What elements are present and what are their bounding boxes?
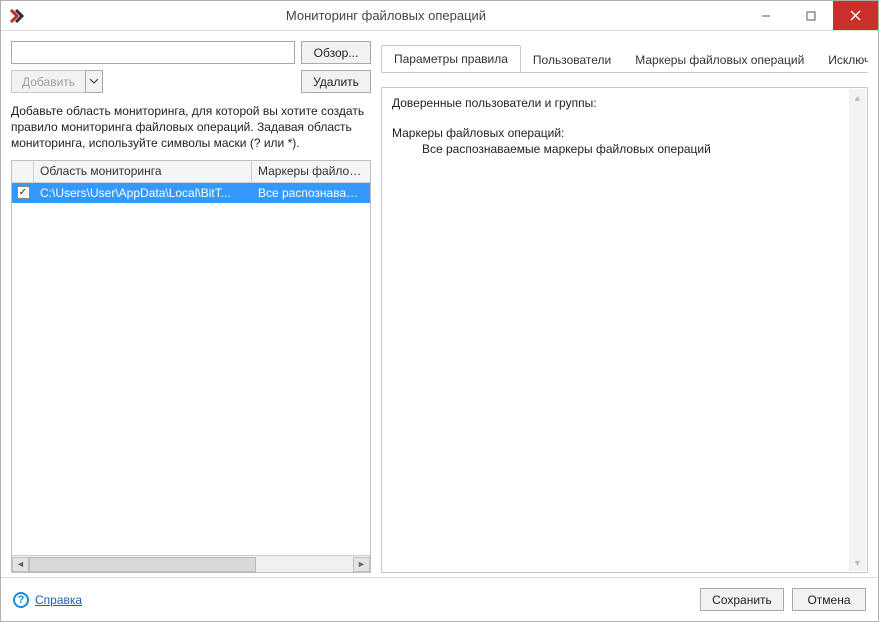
help-section: ? Справка bbox=[13, 592, 82, 608]
scroll-right-icon[interactable]: ► bbox=[353, 557, 370, 572]
row-markers: Все распознаваемые мар bbox=[252, 186, 370, 200]
close-button[interactable] bbox=[833, 1, 878, 30]
markers-value: Все распознаваемые маркеры файловых опер… bbox=[392, 142, 857, 156]
row-area: C:\Users\User\AppData\Local\BitT... bbox=[34, 186, 252, 200]
tab-users[interactable]: Пользователи bbox=[521, 47, 623, 73]
browse-button[interactable]: Обзор... bbox=[301, 41, 371, 64]
vertical-scrollbar[interactable]: ▲ ▼ bbox=[849, 89, 866, 571]
detail-panel: Доверенные пользователи и группы: Маркер… bbox=[381, 87, 868, 573]
scroll-down-icon[interactable]: ▼ bbox=[849, 554, 866, 571]
scroll-thumb[interactable] bbox=[29, 557, 256, 572]
save-button[interactable]: Сохранить bbox=[700, 588, 784, 611]
tab-bar: Параметры правила Пользователи Маркеры ф… bbox=[381, 41, 868, 73]
scroll-up-icon[interactable]: ▲ bbox=[849, 89, 866, 106]
chevron-down-icon bbox=[90, 79, 98, 84]
column-markers[interactable]: Маркеры файловых опе bbox=[252, 161, 370, 182]
tab-rule-params[interactable]: Параметры правила bbox=[381, 45, 521, 73]
path-input[interactable] bbox=[11, 41, 295, 64]
column-area[interactable]: Область мониторинга bbox=[34, 161, 252, 182]
markers-label: Маркеры файловых операций: bbox=[392, 126, 857, 140]
left-panel: Обзор... Добавить Удалить Добавьте облас… bbox=[11, 41, 371, 573]
window-controls bbox=[743, 1, 878, 30]
cancel-button[interactable]: Отмена bbox=[792, 588, 866, 611]
add-split-button: Добавить bbox=[11, 70, 103, 93]
table-header: Область мониторинга Маркеры файловых опе bbox=[12, 161, 370, 183]
tab-exclusions[interactable]: Исключени bbox=[816, 47, 868, 73]
hint-text: Добавьте область мониторинга, для которо… bbox=[11, 103, 371, 152]
footer: ? Справка Сохранить Отмена bbox=[1, 577, 878, 621]
monitoring-table: Область мониторинга Маркеры файловых опе… bbox=[11, 160, 371, 573]
minimize-button[interactable] bbox=[743, 1, 788, 30]
row-checkbox[interactable]: ✓ bbox=[17, 186, 30, 199]
table-row[interactable]: ✓ C:\Users\User\AppData\Local\BitT... Вс… bbox=[12, 183, 370, 203]
right-panel: Параметры правила Пользователи Маркеры ф… bbox=[381, 41, 868, 573]
maximize-button[interactable] bbox=[788, 1, 833, 30]
app-icon bbox=[5, 8, 29, 24]
horizontal-scrollbar[interactable]: ◄ ► bbox=[12, 555, 370, 572]
help-icon: ? bbox=[13, 592, 29, 608]
tab-markers[interactable]: Маркеры файловых операций bbox=[623, 47, 816, 73]
table-body: ✓ C:\Users\User\AppData\Local\BitT... Вс… bbox=[12, 183, 370, 555]
add-dropdown-button[interactable] bbox=[85, 70, 103, 93]
window-title: Мониторинг файловых операций bbox=[29, 8, 743, 23]
title-bar: Мониторинг файловых операций bbox=[1, 1, 878, 31]
column-checkbox[interactable] bbox=[12, 161, 34, 182]
help-link[interactable]: Справка bbox=[35, 593, 82, 607]
add-button[interactable]: Добавить bbox=[11, 70, 85, 93]
delete-button[interactable]: Удалить bbox=[301, 70, 371, 93]
scroll-left-icon[interactable]: ◄ bbox=[12, 557, 29, 572]
trusted-users-label: Доверенные пользователи и группы: bbox=[392, 96, 857, 110]
